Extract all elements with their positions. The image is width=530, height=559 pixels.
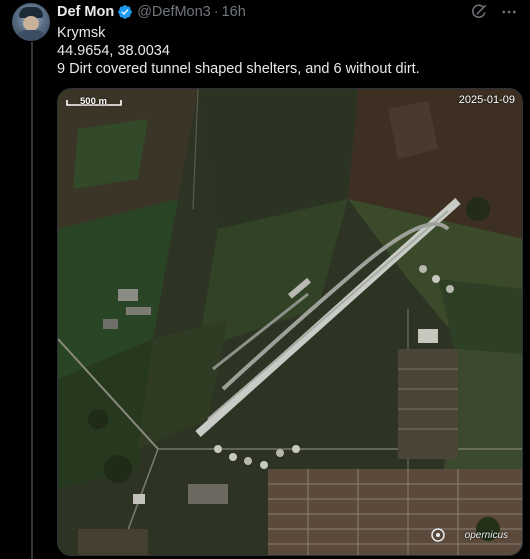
scale-label: 500 m <box>80 96 107 107</box>
avatar[interactable] <box>12 3 50 41</box>
more-icon[interactable] <box>500 3 518 21</box>
image-date: 2025-01-09 <box>458 94 515 106</box>
timestamp[interactable]: 16h <box>222 4 246 20</box>
copernicus-logo-icon <box>431 528 445 542</box>
verified-badge-icon <box>117 4 133 20</box>
separator-dot: · <box>213 4 219 20</box>
satellite-image[interactable]: 500 m 2025-01-09 opernicus <box>57 88 523 556</box>
author-handle[interactable]: @DefMon3 <box>137 4 211 20</box>
tweet-header: Def Mon @DefMon3 · 16h <box>57 3 518 21</box>
tweet-line-description: 9 Dirt covered tunnel shaped shelters, a… <box>57 61 420 77</box>
copernicus-watermark: opernicus <box>464 530 508 541</box>
tweet-text: Krymsk 44.9654, 38.0034 9 Dirt covered t… <box>57 24 420 78</box>
tweet-line-coordinates: 44.9654, 38.0034 <box>57 43 170 59</box>
grok-icon[interactable] <box>470 3 488 21</box>
thread-line <box>31 42 33 559</box>
author-name[interactable]: Def Mon <box>57 4 114 20</box>
satellite-image-canvas <box>58 89 522 555</box>
tweet-line-location: Krymsk <box>57 25 106 41</box>
